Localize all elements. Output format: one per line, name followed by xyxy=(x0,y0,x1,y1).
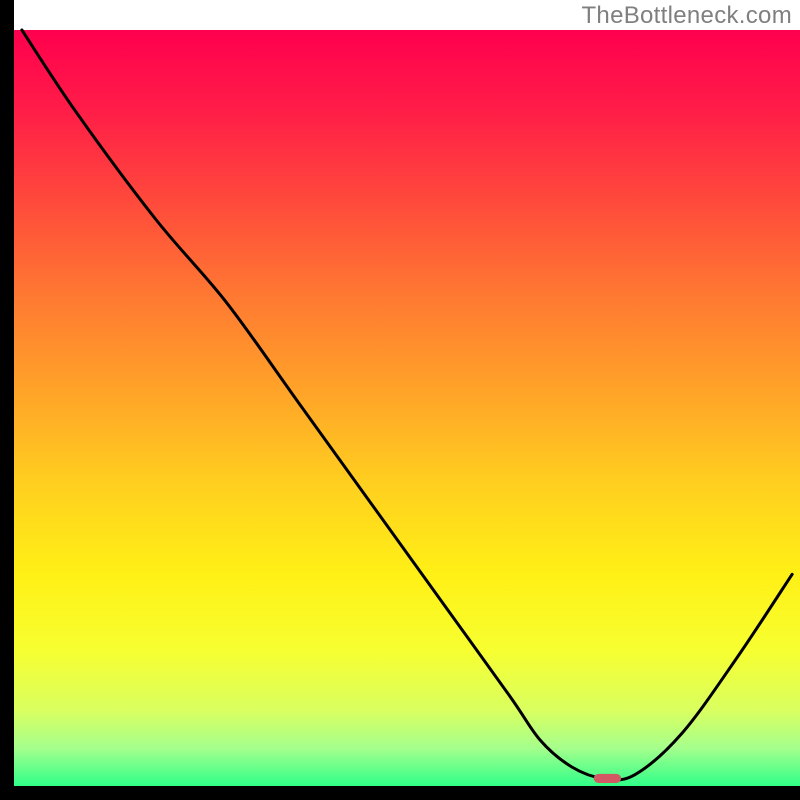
watermark-text: TheBottleneck.com xyxy=(581,2,792,30)
chart-svg xyxy=(0,0,800,800)
chart-container: TheBottleneck.com xyxy=(0,0,800,800)
optimal-marker xyxy=(594,774,622,783)
y-axis-bar xyxy=(0,0,14,800)
x-axis-bar xyxy=(0,786,800,800)
chart-background xyxy=(14,30,800,786)
